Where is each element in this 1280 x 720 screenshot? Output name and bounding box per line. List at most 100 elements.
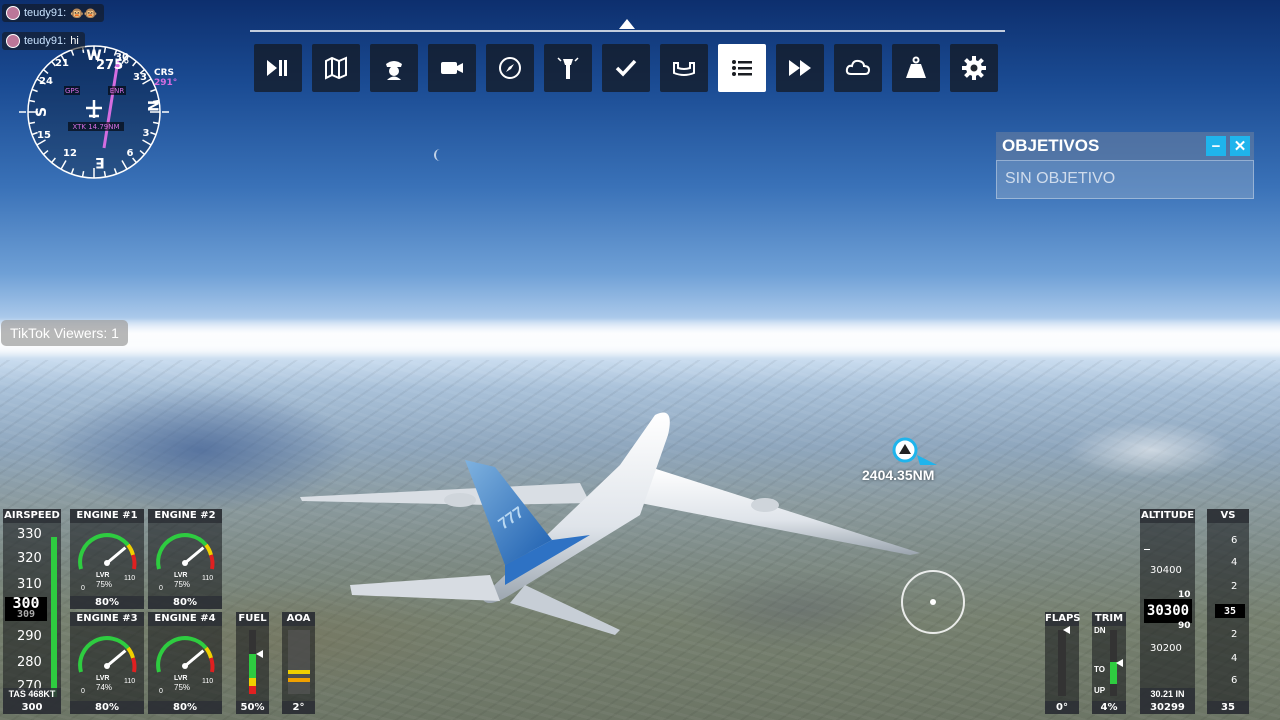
compass-number: 24: [39, 76, 53, 87]
altitude-title: ALTITUDE: [1140, 509, 1195, 523]
vs-tick: 2: [1231, 581, 1238, 592]
airspeed-tick: 310: [17, 577, 42, 592]
compass-number: 33: [133, 72, 147, 83]
fast-forward-icon: [789, 60, 811, 76]
camera-icon: [441, 62, 463, 74]
engine-needle: [106, 546, 127, 565]
play-pause-icon: [267, 60, 287, 76]
chat-text: hi: [70, 35, 79, 47]
atc-tower-button[interactable]: [544, 44, 592, 92]
sim-rate-button[interactable]: [776, 44, 824, 92]
aoa-indicator: [288, 670, 310, 674]
checklist-button[interactable]: [602, 44, 650, 92]
speed-band: [51, 537, 57, 697]
engine-gauge: ENGINE #2 LVR 75% 0 110 80%: [148, 509, 222, 609]
close-button[interactable]: ✕: [1230, 136, 1250, 156]
altitude-current: 30300: [1146, 603, 1190, 619]
objectives-body: SIN OBJETIVO: [996, 160, 1254, 199]
engine-min-label: 0: [159, 688, 163, 695]
engine-lvr-value: 74%: [96, 683, 113, 692]
trim-marker: [1116, 659, 1123, 667]
vs-tick: 4: [1231, 653, 1238, 664]
vs-tick: 6: [1231, 535, 1238, 546]
trim-dn-label: DN: [1094, 626, 1106, 635]
pilot-icon: [386, 61, 402, 80]
settings-button[interactable]: [950, 44, 998, 92]
enr-label: ENR: [110, 87, 125, 95]
engine-gauge: ENGINE #1 LVR 75% 0 110 80%: [70, 509, 144, 609]
engine-gauge: ENGINE #4 LVR 75% 0 110 80%: [148, 612, 222, 714]
map-button[interactable]: [312, 44, 360, 92]
controls-button[interactable]: [660, 44, 708, 92]
compass-icon: [499, 57, 521, 79]
waypoint-marker[interactable]: 2404.35NM: [862, 437, 952, 487]
airspeed-title: AIRSPEED: [3, 509, 61, 523]
flaps-marker: [1063, 626, 1070, 634]
pause-button[interactable]: [254, 44, 302, 92]
trim-value: 4%: [1092, 701, 1126, 714]
flaps-gauge: FLAPS 0°: [1045, 612, 1081, 714]
camera-button[interactable]: [428, 44, 476, 92]
toolbar-collapse-caret[interactable]: [619, 19, 635, 29]
engine-max-label: 110: [202, 575, 214, 582]
fuel-bar-fill: [249, 654, 256, 678]
vs-value: 35: [1207, 701, 1249, 714]
airspeed-tick: 320: [17, 551, 42, 566]
compass-number: 12: [63, 148, 77, 159]
horizon-clouds: [0, 318, 1280, 358]
atc-button[interactable]: [370, 44, 418, 92]
engine-lvr-label: LVR: [96, 675, 110, 682]
engine-needle: [184, 649, 205, 668]
engine-max-label: 110: [124, 575, 136, 582]
trim-title: TRIM: [1092, 612, 1126, 626]
chat-username: teudy91:: [24, 7, 67, 19]
list-icon: [732, 60, 752, 76]
aim-reticle: [901, 570, 965, 634]
engine-min-label: 0: [81, 585, 85, 592]
altitude-roll-top: 10: [1178, 590, 1191, 600]
engine-title: ENGINE #3: [70, 612, 144, 626]
engine-title: ENGINE #2: [148, 509, 222, 523]
airplane: 777: [300, 412, 920, 635]
crs-readout: CRS 291°: [154, 68, 178, 88]
compass-cardinal-s: S: [34, 107, 50, 117]
fuel-title: FUEL: [236, 612, 269, 626]
fuel-value: 50%: [236, 701, 269, 714]
cloud-icon: [845, 59, 871, 75]
compass-number: 3: [143, 128, 150, 139]
objectives-button[interactable]: [718, 44, 766, 92]
heading-compass: W N E S 21 30 33 3 6 15 12 24 GPS ENR XT…: [18, 38, 178, 182]
chat-text: 🐵🐵: [70, 7, 98, 20]
engine-min-label: 0: [81, 688, 85, 695]
xtk-readout: XTK 14.79NM: [72, 123, 119, 131]
yoke-icon: [673, 62, 695, 76]
navlog-button[interactable]: [486, 44, 534, 92]
airspeed-tick: 280: [17, 655, 42, 670]
engine-lvr-label: LVR: [174, 572, 188, 579]
avatar: [6, 34, 20, 48]
altitude-readout: 30300: [1144, 599, 1192, 623]
engine-title: ENGINE #4: [148, 612, 222, 626]
vs-readout: 35: [1215, 604, 1245, 618]
trim-to-label: TO: [1094, 665, 1105, 674]
airspeed-tape: AIRSPEED 330 320 310 290 280 270 300 309…: [3, 509, 61, 714]
waypoint-distance: 2404.35NM: [862, 467, 935, 483]
engine-gauge: ENGINE #3 LVR 74% 0 110 80%: [70, 612, 144, 714]
weather-button[interactable]: [834, 44, 882, 92]
chat-message: teudy91: hi: [2, 32, 85, 50]
engine-lvr-value: 75%: [96, 580, 113, 589]
engine-lvr-label: LVR: [96, 572, 110, 579]
vs-tick: 4: [1231, 557, 1238, 568]
engine-value: 80%: [70, 596, 144, 609]
weight-button[interactable]: [892, 44, 940, 92]
compass-number: 15: [37, 130, 51, 141]
aoa-value: 2°: [282, 701, 315, 714]
aoa-gauge: AOA 2°: [282, 612, 315, 714]
minimize-button[interactable]: −: [1206, 136, 1226, 156]
airspeed-tick: 330: [17, 527, 42, 542]
compass-number: 21: [55, 58, 69, 69]
flaps-title: FLAPS: [1045, 612, 1081, 626]
fuel-bar-track: [249, 630, 256, 694]
moon: [434, 149, 446, 161]
altitude-value: 30299: [1140, 701, 1195, 714]
